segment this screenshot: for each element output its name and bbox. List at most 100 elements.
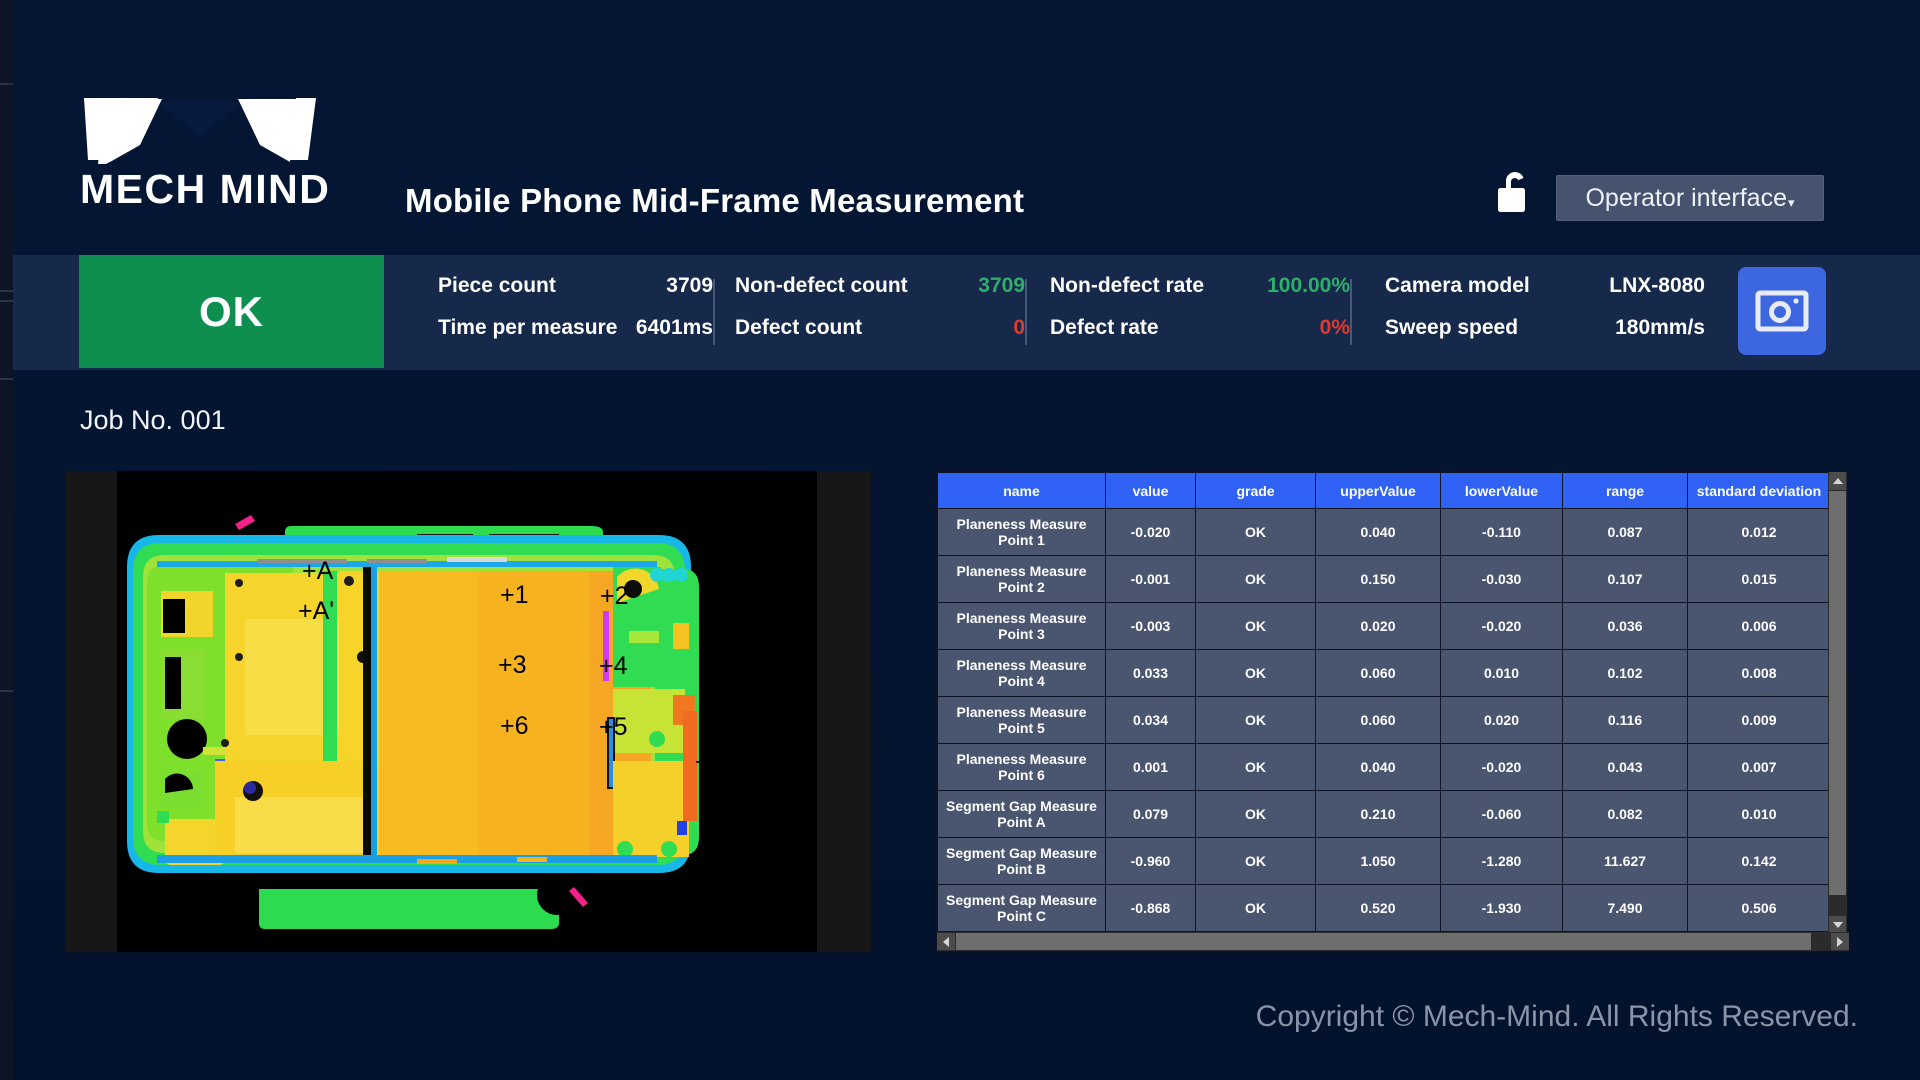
stat-value: 0 — [935, 316, 1025, 340]
stat-row: Defect rate 0% — [1050, 307, 1350, 349]
cell-value: -0.003 — [1106, 603, 1196, 650]
cell-name: Planeness Measure Point 6 — [938, 744, 1106, 791]
cell-grade: OK — [1196, 885, 1316, 932]
stat-label: Piece count — [438, 274, 598, 298]
cell-name: Segment Gap Measure Point B — [938, 838, 1106, 885]
cell-stddev: 0.506 — [1688, 885, 1831, 932]
cell-name: Segment Gap Measure Point A — [938, 791, 1106, 838]
column-header-lower[interactable]: lowerValue — [1441, 473, 1563, 509]
scroll-up-arrow-icon[interactable] — [1829, 472, 1846, 490]
vertical-scrollbar-thumb[interactable] — [1829, 491, 1846, 895]
measurement-table-scroll: name value grade upperValue lowerValue r… — [937, 472, 1830, 934]
unlock-icon[interactable] — [1493, 168, 1533, 216]
stat-row: Sweep speed 180mm/s — [1385, 307, 1705, 349]
cell-grade: OK — [1196, 603, 1316, 650]
result-status-label: OK — [199, 288, 264, 336]
point-cloud-canvas[interactable]: +A +A' +1 +2 +3 +4 +6 +5 +B +B' +C +C' — [117, 471, 817, 952]
table-horizontal-scrollbar[interactable] — [937, 932, 1849, 951]
chevron-down-icon: ▾ — [1788, 196, 1795, 209]
column-header-range[interactable]: range — [1563, 473, 1688, 509]
stat-group-counts: Piece count 3709 Time per measure 6401ms — [438, 265, 713, 360]
cell-stddev: 0.010 — [1688, 791, 1831, 838]
result-status-badge[interactable]: OK — [79, 255, 384, 368]
cell-range: 7.490 — [1563, 885, 1688, 932]
cell-stddev: 0.015 — [1688, 556, 1831, 603]
cell-lower: -0.030 — [1441, 556, 1563, 603]
stat-label: Camera model — [1385, 274, 1580, 298]
stat-group-defects: Non-defect count 3709 Defect count 0 — [735, 265, 1025, 360]
column-header-stddev[interactable]: standard deviation — [1688, 473, 1831, 509]
table-row: Planeness Measure Point 2-0.001OK0.150-0… — [938, 556, 1831, 603]
scroll-left-arrow-icon[interactable] — [937, 933, 955, 950]
cell-lower: -0.020 — [1441, 603, 1563, 650]
cell-value: 0.033 — [1106, 650, 1196, 697]
table-vertical-scrollbar[interactable] — [1828, 472, 1847, 934]
table-row: Planeness Measure Point 60.001OK0.040-0.… — [938, 744, 1831, 791]
column-header-upper[interactable]: upperValue — [1316, 473, 1441, 509]
cell-grade: OK — [1196, 838, 1316, 885]
cell-stddev: 0.009 — [1688, 697, 1831, 744]
copyright-footer: Copyright © Mech-Mind. All Rights Reserv… — [1256, 1000, 1858, 1034]
stat-value: LNX-8080 — [1580, 274, 1705, 298]
stat-value: 0% — [1235, 316, 1350, 340]
table-header-row: name value grade upperValue lowerValue r… — [938, 473, 1831, 509]
cell-upper: 0.150 — [1316, 556, 1441, 603]
cell-range: 0.036 — [1563, 603, 1688, 650]
cell-name: Planeness Measure Point 3 — [938, 603, 1106, 650]
cell-grade: OK — [1196, 697, 1316, 744]
cell-value: 0.034 — [1106, 697, 1196, 744]
cell-lower: -1.930 — [1441, 885, 1563, 932]
stat-value: 100.00% — [1235, 274, 1350, 298]
cell-grade: OK — [1196, 791, 1316, 838]
app-header: MECH MIND Mobile Phone Mid-Frame Measure… — [0, 0, 1920, 255]
job-number-label: Job No. 001 — [80, 405, 226, 436]
role-select-dropdown[interactable]: Operator interface ▾ — [1556, 175, 1824, 221]
cell-stddev: 0.007 — [1688, 744, 1831, 791]
horizontal-scrollbar-thumb[interactable] — [956, 933, 1811, 950]
table-row: Planeness Measure Point 50.034OK0.0600.0… — [938, 697, 1831, 744]
stat-row: Defect count 0 — [735, 307, 1025, 349]
column-header-grade[interactable]: grade — [1196, 473, 1316, 509]
stat-value: 3709 — [935, 274, 1025, 298]
cell-upper: 1.050 — [1316, 838, 1441, 885]
cell-upper: 0.060 — [1316, 650, 1441, 697]
cloud-marker: +B' — [738, 584, 774, 612]
logo-wordmark: MECH MIND — [80, 169, 350, 210]
cell-lower: -0.060 — [1441, 791, 1563, 838]
cell-lower: -0.020 — [1441, 744, 1563, 791]
point-cloud-viewport[interactable]: +A +A' +1 +2 +3 +4 +6 +5 +B +B' +C +C' — [65, 471, 871, 952]
scroll-right-arrow-icon[interactable] — [1831, 933, 1849, 950]
stat-row: Non-defect rate 100.00% — [1050, 265, 1350, 307]
cell-stddev: 0.012 — [1688, 509, 1831, 556]
cell-name: Planeness Measure Point 2 — [938, 556, 1106, 603]
cell-range: 0.116 — [1563, 697, 1688, 744]
cloud-marker: +A — [302, 557, 334, 585]
stat-row: Piece count 3709 — [438, 265, 713, 307]
cell-range: 0.043 — [1563, 744, 1688, 791]
cell-name: Planeness Measure Point 4 — [938, 650, 1106, 697]
stat-group-rates: Non-defect rate 100.00% Defect rate 0% — [1050, 265, 1350, 360]
cell-lower: 0.010 — [1441, 650, 1563, 697]
measurement-results-panel: name value grade upperValue lowerValue r… — [936, 471, 1848, 952]
cell-name: Planeness Measure Point 5 — [938, 697, 1106, 744]
stat-value: 3709 — [598, 274, 713, 298]
cell-value: -0.868 — [1106, 885, 1196, 932]
camera-capture-button[interactable] — [1738, 267, 1826, 355]
cell-upper: 0.210 — [1316, 791, 1441, 838]
cloud-marker: +1 — [500, 581, 529, 609]
table-row: Planeness Measure Point 40.033OK0.0600.0… — [938, 650, 1831, 697]
column-header-name[interactable]: name — [938, 473, 1106, 509]
cloud-marker: +6 — [500, 712, 529, 740]
column-header-value[interactable]: value — [1106, 473, 1196, 509]
point-cloud-depth-map: +A +A' +1 +2 +3 +4 +6 +5 +B +B' +C +C' — [117, 471, 817, 952]
cell-range: 0.102 — [1563, 650, 1688, 697]
cell-value: 0.079 — [1106, 791, 1196, 838]
page-title: Mobile Phone Mid-Frame Measurement — [405, 182, 1024, 220]
role-select-label: Operator interface — [1585, 184, 1787, 213]
cloud-marker: +5 — [599, 713, 628, 741]
stat-row: Non-defect count 3709 — [735, 265, 1025, 307]
cell-range: 0.082 — [1563, 791, 1688, 838]
stat-label: Time per measure — [438, 316, 598, 340]
stat-value: 180mm/s — [1580, 316, 1705, 340]
cell-range: 11.627 — [1563, 838, 1688, 885]
